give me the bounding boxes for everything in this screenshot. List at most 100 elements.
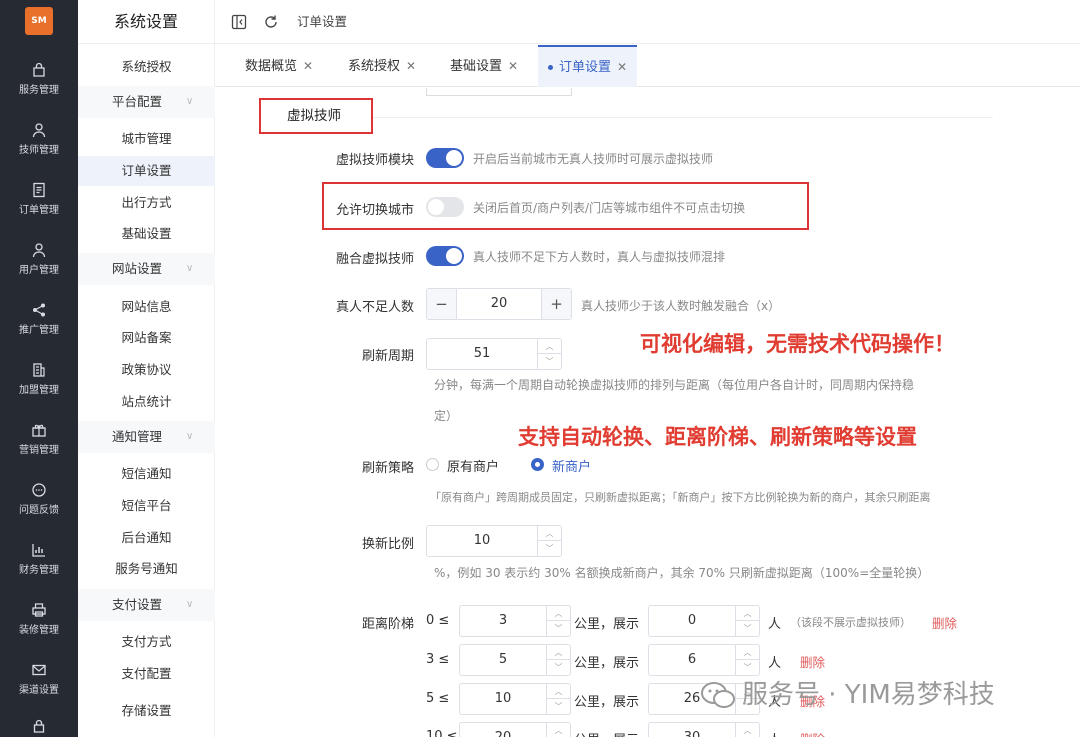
tab-basic[interactable]: 基础设置 ✕ — [440, 45, 528, 87]
collapse-sidebar-icon[interactable] — [231, 14, 247, 30]
shortage-stepper[interactable]: − 20 + — [426, 288, 572, 320]
menu-item-sms-platform[interactable]: 短信平台 — [78, 491, 215, 521]
menu-item-pay-method[interactable]: 支付方式 — [78, 627, 215, 657]
menu-item-service-account[interactable]: 服务号通知 — [78, 554, 215, 584]
chevron-up-icon[interactable]: ︿ — [547, 723, 570, 737]
close-icon[interactable]: ✕ — [303, 59, 313, 73]
ladder-km-value[interactable]: 5 — [460, 645, 546, 675]
rail-item-feedback[interactable]: 问题反馈 — [0, 482, 78, 540]
spinner-arrows[interactable]: ︿﹀ — [546, 723, 570, 737]
rail-item-technician[interactable]: 技师管理 — [0, 122, 78, 180]
chevron-down-icon[interactable]: ﹀ — [547, 660, 570, 675]
rail-item-decoration[interactable]: 装修管理 — [0, 602, 78, 660]
ladder-km-input[interactable]: 3 ︿ ﹀ — [459, 605, 571, 637]
switch-city-toggle[interactable] — [426, 197, 464, 217]
spinner-arrows[interactable]: ︿﹀ — [546, 645, 570, 675]
rail-item-finance[interactable]: 财务管理 — [0, 542, 78, 600]
app-logo[interactable]: SM — [25, 7, 53, 35]
chevron-down-icon[interactable]: ﹀ — [547, 621, 570, 636]
ladder-km-value[interactable]: 3 — [460, 606, 546, 636]
shortage-value[interactable]: 20 — [458, 289, 540, 319]
chevron-down-icon[interactable]: ﹀ — [736, 660, 759, 675]
chevron-up-icon[interactable]: ︿ — [736, 606, 759, 621]
spinner-arrows[interactable]: ︿﹀ — [735, 606, 759, 636]
chevron-up-icon[interactable]: ︿ — [538, 526, 561, 541]
delete-link[interactable]: 删除 — [932, 613, 957, 632]
chevron-down-icon[interactable]: ﹀ — [538, 541, 561, 556]
radio-original[interactable] — [426, 458, 439, 471]
menu-item-basic[interactable]: 基础设置 — [78, 219, 215, 249]
rail-item-users[interactable]: 用户管理 — [0, 242, 78, 300]
close-icon[interactable]: ✕ — [406, 59, 416, 73]
ladder-count-input[interactable]: 6 ︿ ﹀ — [648, 644, 760, 676]
ladder-km-input[interactable]: 20 ︿﹀ — [459, 722, 571, 737]
rail-item-service[interactable]: 服务管理 — [0, 62, 78, 120]
plus-button[interactable]: + — [541, 289, 571, 319]
refresh-icon[interactable] — [263, 14, 279, 30]
rail-item-lock[interactable] — [0, 718, 78, 737]
menu-item-site-record[interactable]: 网站备案 — [78, 323, 215, 353]
refresh-cycle-value[interactable]: 51 — [427, 339, 537, 369]
chevron-down-icon[interactable]: ﹀ — [538, 354, 561, 369]
menu-item-order-settings[interactable]: 订单设置 — [78, 156, 215, 186]
menu-item-site-info[interactable]: 网站信息 — [78, 292, 215, 322]
radio-new[interactable] — [531, 458, 544, 471]
chevron-up-icon[interactable]: ︿ — [736, 723, 759, 737]
close-icon[interactable]: ✕ — [617, 60, 627, 74]
menu-group-website[interactable]: 网站设置 ∨ — [78, 253, 215, 285]
ladder-count-value[interactable]: 0 — [649, 606, 735, 636]
rail-item-franchise[interactable]: 加盟管理 — [0, 362, 78, 420]
spinner-arrows[interactable]: ︿﹀ — [546, 684, 570, 714]
refresh-cycle-input[interactable]: 51 ︿ ﹀ — [426, 338, 562, 370]
rail-item-channel[interactable]: 渠道设置 — [0, 662, 78, 720]
menu-item-sms-notify[interactable]: 短信通知 — [78, 459, 215, 489]
spinner-arrows[interactable]: ︿﹀ — [537, 526, 561, 556]
ratio-input[interactable]: 10 ︿ ﹀ — [426, 525, 562, 557]
rail-item-orders[interactable]: 订单管理 — [0, 182, 78, 240]
spinner-arrows[interactable]: ︿﹀ — [735, 723, 759, 737]
ladder-count-value[interactable]: 30 — [649, 723, 735, 737]
ladder-km-input[interactable]: 5 ︿ ﹀ — [459, 644, 571, 676]
chevron-down-icon[interactable]: ﹀ — [736, 621, 759, 636]
delete-link[interactable]: 删除 — [800, 652, 825, 671]
delete-link[interactable]: 删除 — [800, 729, 825, 737]
ladder-km-value[interactable]: 10 — [460, 684, 546, 714]
menu-item-admin-notify[interactable]: 后台通知 — [78, 523, 215, 553]
ladder-count-input[interactable]: 0 ︿ ﹀ — [648, 605, 760, 637]
menu-group-platform[interactable]: 平台配置 ∨ — [78, 86, 215, 118]
menu-item-site-stats[interactable]: 站点统计 — [78, 387, 215, 417]
chevron-up-icon[interactable]: ︿ — [736, 645, 759, 660]
ladder-count-input[interactable]: 30 ︿﹀ — [648, 722, 760, 737]
chevron-up-icon[interactable]: ︿ — [538, 339, 561, 354]
chevron-up-icon[interactable]: ︿ — [547, 645, 570, 660]
radio-original-label[interactable]: 原有商户 — [447, 456, 499, 475]
menu-group-notify[interactable]: 通知管理 ∨ — [78, 421, 215, 453]
chevron-up-icon[interactable]: ︿ — [547, 606, 570, 621]
menu-group-payment[interactable]: 支付设置 ∨ — [78, 589, 215, 621]
minus-button[interactable]: − — [427, 289, 457, 319]
close-icon[interactable]: ✕ — [508, 59, 518, 73]
rail-item-marketing[interactable]: 营销管理 — [0, 422, 78, 480]
menu-item-policy[interactable]: 政策协议 — [78, 355, 215, 385]
chevron-up-icon[interactable]: ︿ — [547, 684, 570, 699]
tab-overview[interactable]: 数据概览 ✕ — [235, 45, 323, 87]
tab-order-settings[interactable]: 订单设置 ✕ — [538, 45, 638, 87]
spinner-arrows[interactable]: ︿﹀ — [735, 645, 759, 675]
menu-item-travel[interactable]: 出行方式 — [78, 188, 215, 218]
spinner-arrows[interactable]: ︿﹀ — [537, 339, 561, 369]
ladder-km-input[interactable]: 10 ︿ ﹀ — [459, 683, 571, 715]
chevron-down-icon[interactable]: ﹀ — [547, 699, 570, 714]
ladder-count-value[interactable]: 6 — [649, 645, 735, 675]
spinner-arrows[interactable]: ︿﹀ — [546, 606, 570, 636]
merge-toggle[interactable] — [426, 246, 464, 266]
menu-item-pay-config[interactable]: 支付配置 — [78, 659, 215, 689]
tab-license[interactable]: 系统授权 ✕ — [338, 45, 426, 87]
module-toggle[interactable] — [426, 148, 464, 168]
menu-item-city[interactable]: 城市管理 — [78, 124, 215, 154]
menu-item-storage[interactable]: 存储设置 — [78, 696, 215, 726]
menu-item-license[interactable]: 系统授权 — [78, 52, 215, 82]
ratio-value[interactable]: 10 — [427, 526, 537, 556]
rail-item-promotion[interactable]: 推广管理 — [0, 302, 78, 360]
ladder-km-value[interactable]: 20 — [460, 723, 546, 737]
radio-new-label[interactable]: 新商户 — [552, 456, 591, 475]
